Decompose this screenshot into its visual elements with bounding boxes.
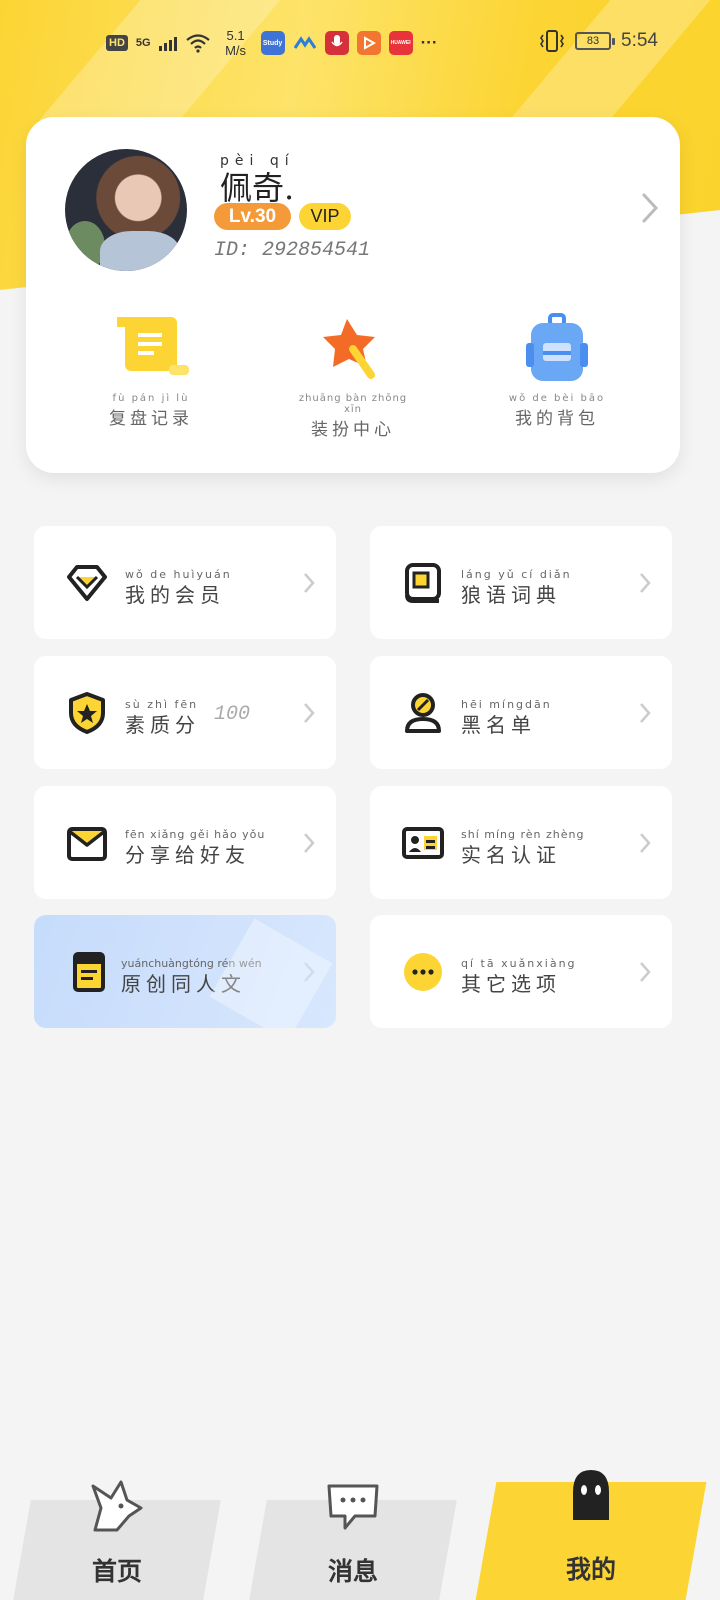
status-bar: HD 5G 5.1 M/s Study HUAWEI ··· 83 5:54 bbox=[0, 20, 720, 70]
quick-action-label: 我的背包 bbox=[515, 409, 599, 429]
menu-label: 狼语词典 bbox=[461, 583, 561, 607]
blocked-user-icon bbox=[405, 693, 441, 733]
tab-messages[interactable]: 消息 bbox=[249, 1484, 457, 1600]
tab-home-label: 首页 bbox=[91, 1557, 142, 1586]
menu-quality-score[interactable]: sù zhì fēn 素质分 100 bbox=[34, 656, 336, 769]
user-id: ID: 292854541 bbox=[214, 239, 371, 262]
menu-label: 分享给好友 bbox=[125, 843, 250, 867]
blue-app-icon bbox=[293, 31, 317, 55]
network-speed: 5.1 M/s bbox=[219, 28, 253, 58]
study-app-icon: Study bbox=[260, 31, 285, 55]
video-app-icon bbox=[356, 31, 381, 55]
huawei-store-icon: HUAWEI bbox=[388, 31, 413, 55]
quick-action-backpack[interactable]: wǒ de bèi bāo 我的背包 bbox=[492, 313, 622, 429]
chat-bubble-icon bbox=[327, 1484, 379, 1530]
recorder-app-icon bbox=[324, 31, 349, 55]
quick-action-review[interactable]: fù pán jì lù 复盘记录 bbox=[86, 313, 216, 429]
battery-level: 83 bbox=[586, 35, 600, 47]
menu-my-membership[interactable]: wǒ de huìyuán 我的会员 bbox=[34, 526, 336, 639]
scroll-icon bbox=[117, 317, 189, 375]
more-dots-icon bbox=[404, 953, 442, 991]
menu-label: 原创同人文 bbox=[121, 972, 246, 996]
magic-wand-icon bbox=[323, 319, 375, 379]
wolf-head-icon bbox=[91, 1480, 143, 1532]
id-card-icon bbox=[402, 827, 444, 859]
more-notifications: ··· bbox=[420, 33, 438, 52]
wifi-icon bbox=[185, 34, 210, 53]
chevron-right-icon[interactable] bbox=[638, 191, 662, 225]
chevron-right-icon bbox=[304, 703, 315, 723]
quick-action-pinyin: fù pán jì lù bbox=[112, 393, 190, 404]
menu-other-options[interactable]: qí tā xuǎnxiàng 其它选项 bbox=[370, 915, 672, 1028]
chevron-right-icon bbox=[640, 833, 651, 853]
vip-badge: VIP bbox=[299, 203, 351, 230]
quick-action-pinyin: wǒ de bèi bāo bbox=[508, 393, 606, 404]
menu-label: 黑名单 bbox=[461, 713, 536, 737]
quick-action-label: 复盘记录 bbox=[109, 409, 193, 429]
tab-home[interactable]: 首页 bbox=[13, 1480, 221, 1600]
chevron-right-icon bbox=[304, 833, 315, 853]
chevron-right-icon bbox=[304, 573, 315, 593]
chevron-right-icon bbox=[640, 703, 651, 723]
chevron-right-icon bbox=[304, 962, 315, 982]
ghost-user-icon bbox=[573, 1470, 609, 1520]
menu-label: 其它选项 bbox=[461, 972, 561, 996]
menu-label: 实名认证 bbox=[461, 843, 561, 867]
menu-blacklist[interactable]: hēi míngdān 黑名单 bbox=[370, 656, 672, 769]
menu-original-fanfic[interactable]: yuánchuàngtóng rén wén 原创同人文 bbox=[34, 915, 336, 1028]
network-type: 5G bbox=[135, 37, 151, 49]
signal-icon bbox=[158, 35, 177, 51]
tab-messages-label: 消息 bbox=[327, 1557, 378, 1586]
chevron-right-icon bbox=[640, 962, 651, 982]
profile-card[interactable]: pèi qí 佩奇. Lv.30 VIP ID: 292854541 fù pá… bbox=[26, 117, 680, 473]
menu-real-name-verification[interactable]: shí míng rèn zhèng 实名认证 bbox=[370, 786, 672, 899]
speed-unit: M/s bbox=[225, 43, 247, 58]
vibrate-icon bbox=[540, 30, 564, 52]
tab-mine-label: 我的 bbox=[565, 1555, 616, 1584]
chevron-right-icon bbox=[640, 573, 651, 593]
envelope-icon bbox=[67, 827, 107, 861]
tab-mine[interactable]: 我的 bbox=[475, 1470, 707, 1600]
level-badge: Lv.30 bbox=[214, 203, 291, 230]
menu-label: 我的会员 bbox=[125, 583, 225, 607]
speed-value: 5.1 bbox=[226, 28, 245, 43]
shield-star-icon bbox=[69, 692, 105, 734]
clock: 5:54 bbox=[621, 30, 658, 51]
backpack-icon bbox=[526, 313, 588, 381]
quick-action-dressup[interactable]: zhuāng bàn zhōng xīn 装扮中心 bbox=[288, 313, 418, 440]
dictionary-icon bbox=[405, 563, 441, 603]
quick-action-pinyin: zhuāng bàn zhōng xīn bbox=[298, 393, 408, 415]
menu-wolf-dictionary[interactable]: láng yǔ cí diǎn 狼语词典 bbox=[370, 526, 672, 639]
bottom-nav: 首页 消息 我的 bbox=[0, 1460, 720, 1600]
quick-action-label: 装扮中心 bbox=[311, 420, 395, 440]
menu-share-friends[interactable]: fēn xiǎng gěi hǎo yǒu 分享给好友 bbox=[34, 786, 336, 899]
menu-label: 素质分 bbox=[125, 713, 200, 737]
quality-score-value: 100 bbox=[214, 703, 251, 726]
battery-icon: 83 bbox=[575, 32, 616, 50]
hd-indicator: HD bbox=[106, 35, 128, 51]
avatar[interactable] bbox=[65, 149, 187, 271]
notebook-icon bbox=[73, 952, 105, 992]
diamond-icon bbox=[67, 565, 107, 601]
